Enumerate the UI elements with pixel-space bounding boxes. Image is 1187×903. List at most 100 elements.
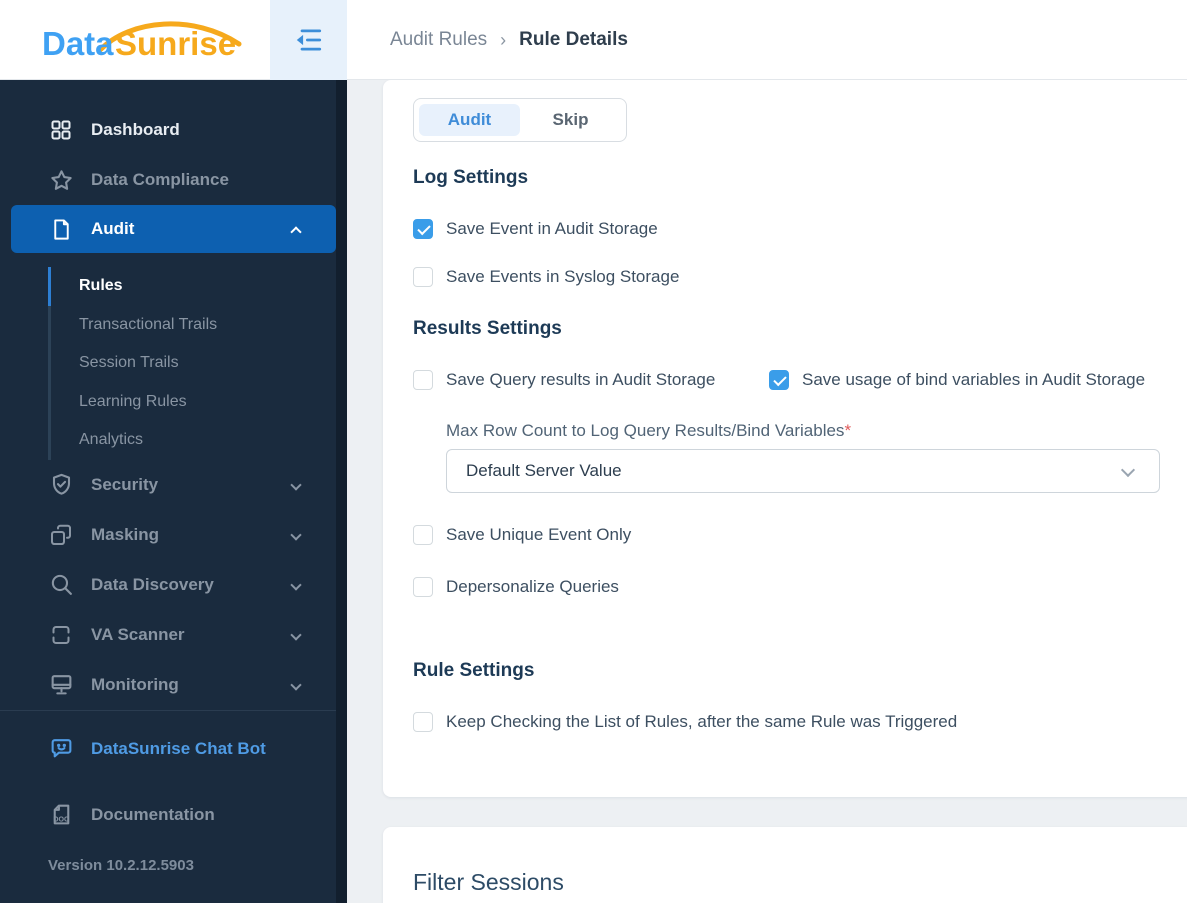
chevron-down-icon: [290, 478, 302, 491]
checkbox-row: Save Unique Event Only: [413, 525, 1187, 545]
checkbox-label: Keep Checking the List of Rules, after t…: [446, 712, 958, 731]
main-content: Audit Skip Log Settings Save Event in Au…: [347, 80, 1187, 903]
sidebar-item-label: Data Compliance: [91, 170, 229, 189]
toggle-option-audit[interactable]: Audit: [419, 104, 520, 136]
audit-submenu: Rules Transactional Trails Session Trail…: [48, 267, 347, 460]
sidebar-divider: [0, 709, 347, 711]
chat-bot-icon: [48, 736, 74, 762]
sidebar-item-va-scanner[interactable]: VA Scanner: [0, 610, 347, 660]
sidebar-item-label: Dashboard: [91, 120, 180, 139]
rule-settings-title: Rule Settings: [413, 660, 535, 681]
checkbox-row-double: Save Query results in Audit Storage Save…: [413, 370, 1187, 390]
required-marker: *: [844, 421, 852, 440]
checkbox-pair: Save usage of bind variables in Audit St…: [769, 370, 1145, 390]
keep-checking-rules-checkbox[interactable]: [413, 712, 433, 732]
collapse-sidebar-icon: [294, 25, 324, 55]
sidebar-item-label: Audit: [91, 219, 135, 238]
scanner-icon: [48, 622, 74, 648]
sidebar-item-label: Monitoring: [91, 674, 179, 694]
page-title: Rule Details: [519, 29, 628, 50]
sidebar-item-audit[interactable]: Audit: [11, 205, 336, 253]
checkbox-label: Save Unique Event Only: [446, 525, 632, 544]
chevron-down-icon: [290, 578, 302, 591]
checkbox-row: Save Events in Syslog Storage: [413, 267, 1187, 287]
version-text: Version 10.2.12.5903: [48, 856, 194, 874]
shield-icon: [48, 472, 74, 498]
save-events-syslog-checkbox[interactable]: [413, 267, 433, 287]
audit-skip-toggle: Audit Skip: [413, 98, 627, 142]
sidebar-subitem-label: Learning Rules: [79, 392, 187, 410]
sidebar-navigation: Dashboard Data Compliance Audit Rules Tr…: [0, 80, 347, 903]
sidebar-subitem-learning-rules[interactable]: Learning Rules: [51, 383, 347, 422]
sidebar-subitem-transactional-trails[interactable]: Transactional Trails: [51, 306, 347, 345]
sidebar-subitem-analytics[interactable]: Analytics: [51, 421, 347, 460]
svg-text:DOC: DOC: [53, 815, 69, 823]
sidebar-item-label: Masking: [91, 524, 160, 544]
sidebar-item-label: Data Discovery: [91, 574, 214, 594]
top-bar: Data Sunrise Audit Rules › Rule Details: [0, 0, 1187, 80]
datasunrise-logo[interactable]: Data Sunrise: [42, 13, 252, 69]
sidebar-collapse-button[interactable]: [270, 0, 347, 80]
breadcrumb-separator: ›: [500, 29, 507, 50]
chevron-down-icon: [1120, 462, 1136, 478]
star-icon: [48, 167, 74, 193]
sidebar-item-label: DataSunrise Chat Bot: [91, 738, 266, 758]
select-value: Default Server Value: [466, 461, 622, 480]
toggle-option-skip[interactable]: Skip: [520, 104, 621, 136]
search-icon: [48, 572, 74, 598]
sidebar-scrollbar[interactable]: [336, 80, 347, 903]
chevron-up-icon: [290, 226, 302, 238]
monitor-icon: [48, 672, 74, 698]
filter-sessions-card: Filter Sessions: [383, 827, 1187, 903]
save-event-audit-storage-checkbox[interactable]: [413, 219, 433, 239]
sidebar-item-masking[interactable]: Masking: [0, 510, 347, 560]
max-row-count-select[interactable]: Default Server Value: [446, 449, 1160, 493]
checkbox-row: Keep Checking the List of Rules, after t…: [413, 712, 1187, 732]
checkbox-row: Depersonalize Queries: [413, 577, 1187, 597]
grid-icon: [48, 117, 74, 143]
sidebar-item-label: Documentation: [91, 804, 215, 824]
sidebar-subitem-label: Rules: [79, 277, 123, 295]
sidebar-subitem-label: Session Trails: [79, 354, 179, 372]
save-query-results-checkbox[interactable]: [413, 370, 433, 390]
breadcrumb-parent-link[interactable]: Audit Rules: [390, 29, 487, 51]
datasunrise-app: Data Sunrise Audit Rules › Rule Details: [0, 0, 1187, 903]
sidebar-subitem-label: Transactional Trails: [79, 315, 218, 333]
log-settings-title: Log Settings: [413, 167, 529, 188]
rule-details-card: Audit Skip Log Settings Save Event in Au…: [383, 80, 1187, 797]
chevron-down-icon: [290, 678, 302, 691]
breadcrumb: Audit Rules › Rule Details: [390, 0, 628, 80]
documentation-icon: DOC: [48, 802, 74, 828]
sidebar-item-dashboard[interactable]: Dashboard: [0, 105, 347, 155]
filter-sessions-title: Filter Sessions: [413, 869, 564, 895]
sidebar-item-label: VA Scanner: [91, 624, 185, 644]
chevron-down-icon: [290, 528, 302, 541]
datasunrise-logo-graphic: Data Sunrise: [42, 21, 242, 62]
logo-text-sunrise: Sunrise: [115, 25, 236, 62]
depersonalize-queries-checkbox[interactable]: [413, 577, 433, 597]
sidebar-item-label: Security: [91, 474, 159, 494]
mask-icon: [48, 522, 74, 548]
checkbox-label: Save Event in Audit Storage: [446, 219, 658, 238]
logo-text-data: Data: [42, 25, 114, 62]
results-settings-title: Results Settings: [413, 318, 562, 339]
sidebar-item-monitoring[interactable]: Monitoring: [0, 660, 347, 710]
sidebar-subitem-label: Analytics: [79, 431, 144, 449]
checkbox-row: Save Event in Audit Storage: [413, 219, 1187, 239]
max-row-count-label: Max Row Count to Log Query Results/Bind …: [446, 421, 852, 440]
checkbox-label: Save Events in Syslog Storage: [446, 267, 680, 286]
checkbox-label: Save usage of bind variables in Audit St…: [802, 370, 1146, 389]
sidebar-subitem-session-trails[interactable]: Session Trails: [51, 344, 347, 383]
save-unique-event-checkbox[interactable]: [413, 525, 433, 545]
sidebar-item-documentation[interactable]: DOC Documentation: [0, 795, 347, 835]
sidebar-item-data-compliance[interactable]: Data Compliance: [0, 155, 347, 205]
save-bind-variables-checkbox[interactable]: [769, 370, 789, 390]
checkbox-label: Depersonalize Queries: [446, 577, 619, 596]
sidebar-subitem-rules[interactable]: Rules: [48, 267, 347, 306]
chevron-down-icon: [290, 628, 302, 641]
sidebar-item-data-discovery[interactable]: Data Discovery: [0, 560, 347, 610]
sidebar-item-security[interactable]: Security: [0, 460, 347, 510]
document-icon: [48, 216, 74, 242]
sidebar-item-chat-bot[interactable]: DataSunrise Chat Bot: [0, 729, 347, 769]
checkbox-label: Save Query results in Audit Storage: [446, 370, 716, 389]
